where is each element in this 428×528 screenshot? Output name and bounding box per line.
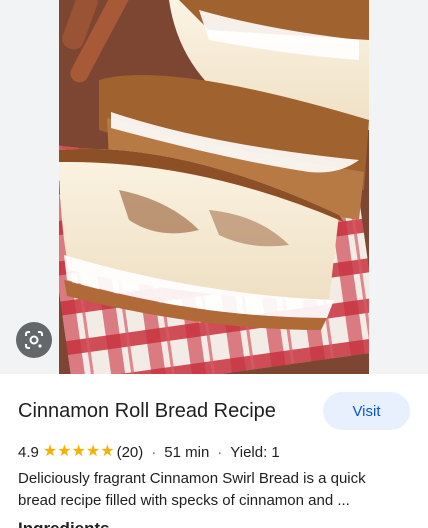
star-icon: ★ [100, 443, 115, 460]
recipe-description: Deliciously fragrant Cinnamon Swirl Brea… [18, 468, 410, 512]
cinnamon-roll-bread-photo[interactable] [59, 0, 369, 374]
bread-illustration [59, 0, 369, 374]
rating-stars: ★ ★ ★ ★ ★ [43, 442, 115, 462]
description-line: Deliciously fragrant Cinnamon Swirl Brea… [18, 470, 366, 487]
star-icon: ★ [71, 443, 86, 460]
recipe-yield: Yield: 1 [230, 443, 280, 461]
separator: · [151, 443, 157, 461]
google-lens-button[interactable] [16, 322, 52, 358]
recipe-meta: 4.9 ★ ★ ★ ★ ★ (20) · 51 min · Yield: 1 [18, 442, 280, 462]
separator: · [217, 443, 223, 461]
review-count: (20) [116, 443, 144, 461]
star-icon: ★ [57, 443, 72, 460]
star-icon: ★ [42, 443, 58, 460]
image-preview[interactable] [0, 0, 428, 374]
ingredients-heading: Ingredients [18, 518, 218, 528]
visit-button[interactable]: Visit [323, 392, 410, 430]
rating-value: 4.9 [18, 443, 39, 461]
description-line: bread recipe filled with specks of cinna… [18, 492, 350, 509]
google-lens-icon [25, 331, 43, 349]
cook-time: 51 min [164, 443, 210, 461]
recipe-title[interactable]: Cinnamon Roll Bread Recipe [18, 398, 308, 424]
star-icon: ★ [85, 443, 101, 460]
